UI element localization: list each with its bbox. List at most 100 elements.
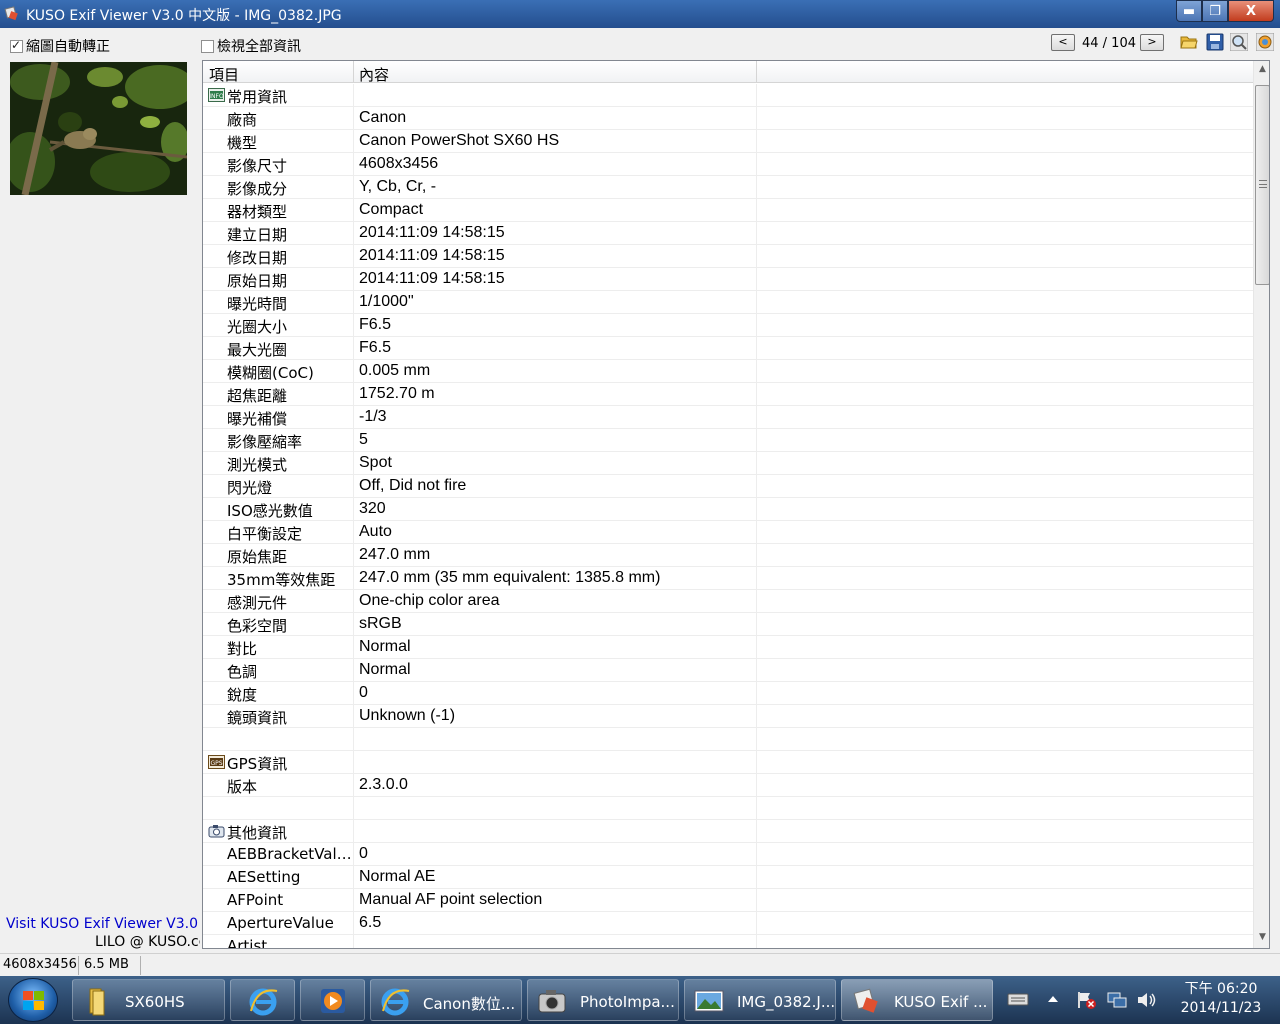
network-icon[interactable] [1106,990,1128,1010]
status-filesize: 6.5 MB [84,957,129,972]
row-value: 2014:11:09 14:58:15 [359,224,505,241]
table-row[interactable]: 版本 2.3.0.0 [203,774,1253,797]
table-row[interactable]: 廠商 Canon [203,107,1253,130]
table-row[interactable]: 鏡頭資訊 Unknown (-1) [203,705,1253,728]
taskbar-button[interactable]: IMG_0382.J... [684,979,836,1021]
taskbar-button-label: IMG_0382.J... [737,993,836,1011]
camera-icon [538,990,566,1013]
table-row[interactable]: 對比 Normal [203,636,1253,659]
checkbox-checked-icon[interactable] [10,38,23,53]
zoom-icon[interactable] [1230,33,1248,51]
row-item: 廠商 [227,111,258,129]
vertical-scrollbar[interactable]: ▲ ▼ [1253,61,1269,948]
show-all-checkbox[interactable]: 檢視全部資訊 [201,36,301,56]
keyboard-icon[interactable] [1007,990,1029,1008]
row-value: Normal [359,661,411,678]
row-item: 銳度 [227,686,258,704]
table-row[interactable]: AESetting Normal AE [203,866,1253,889]
clock-date: 2014/11/23 [1180,1000,1262,1016]
table-row[interactable]: 測光模式 Spot [203,452,1253,475]
row-item: GPS資訊 [227,755,288,773]
table-row[interactable]: 感測元件 One-chip color area [203,590,1253,613]
title-bar: KUSO Exif Viewer V3.0 中文版 - IMG_0382.JPG… [0,0,1280,28]
exif-list-view[interactable]: 項目 內容 INFO 常用資訊 廠商 Canon 機型 Canon PowerShot S… [202,60,1270,949]
row-item: 鏡頭資訊 [227,709,288,727]
table-row[interactable]: 光圈大小 F6.5 [203,314,1253,337]
table-row[interactable]: 色調 Normal [203,659,1253,682]
row-item: AEBBracketValue [227,845,353,863]
table-row[interactable]: 曝光補償 -1/3 [203,406,1253,429]
table-row[interactable]: 影像壓縮率 5 [203,429,1253,452]
table-row[interactable]: 閃光燈 Off, Did not fire [203,475,1253,498]
taskbar-button[interactable]: KUSO Exif ... [841,979,993,1021]
table-row[interactable]: 器材類型 Compact [203,199,1253,222]
table-row[interactable]: ISO感光數值 320 [203,498,1253,521]
taskbar-button[interactable] [300,979,365,1021]
category-row[interactable]: GPS GPS資訊 [203,751,1253,774]
category-row[interactable]: INFO 常用資訊 [203,84,1253,107]
close-button[interactable]: X [1228,0,1274,22]
taskbar-button[interactable]: PhotoImpa... [527,979,679,1021]
category-row[interactable]: 其他資訊 [203,820,1253,843]
row-value: -1/3 [359,408,387,425]
taskbar-button-label: KUSO Exif ... [894,993,988,1011]
table-row[interactable]: 模糊圈(CoC) 0.005 mm [203,360,1253,383]
row-item: 超焦距離 [227,387,288,405]
maximize-button[interactable]: ❐ [1202,0,1228,22]
table-row[interactable]: Artist [203,935,1253,949]
svg-text:GPS: GPS [210,760,222,767]
table-row[interactable]: 色彩空間 sRGB [203,613,1253,636]
visit-link[interactable]: Visit KUSO Exif Viewer V3.0 [6,916,202,932]
table-row[interactable]: AEBBracketValue 0 [203,843,1253,866]
row-item: ApertureValue [227,914,334,932]
table-row[interactable]: 銳度 0 [203,682,1253,705]
show-hidden-icons-icon[interactable] [1046,992,1060,1006]
table-row[interactable]: 修改日期 2014:11:09 14:58:15 [203,245,1253,268]
scroll-down-icon[interactable]: ▼ [1254,929,1269,946]
row-value: Manual AF point selection [359,891,543,908]
table-row[interactable]: 建立日期 2014:11:09 14:58:15 [203,222,1253,245]
start-button[interactable] [8,978,58,1022]
row-value: Spot [359,454,392,471]
scroll-up-icon[interactable]: ▲ [1254,61,1269,78]
system-clock[interactable]: 下午 06:20 2014/11/23 [1172,980,1270,1018]
column-header-item[interactable]: 項目 [209,64,239,85]
camera-icon [208,825,225,838]
volume-icon[interactable] [1136,990,1158,1010]
table-row[interactable]: AFPoint Manual AF point selection [203,889,1253,912]
prev-button[interactable]: < [1051,34,1075,51]
open-folder-icon[interactable] [1180,33,1198,51]
about-icon[interactable] [1256,33,1274,51]
table-row[interactable]: 最大光圈 F6.5 [203,337,1253,360]
save-icon[interactable] [1206,33,1224,51]
table-row[interactable]: 原始焦距 247.0 mm [203,544,1253,567]
credit-text: LILO @ KUSO.cc [95,934,200,950]
column-header-content[interactable]: 內容 [359,64,389,85]
app-icon [4,6,18,21]
table-row[interactable]: ApertureValue 6.5 [203,912,1253,935]
row-value: One-chip color area [359,592,500,609]
table-row[interactable]: 白平衡設定 Auto [203,521,1253,544]
table-row[interactable]: 機型 Canon PowerShot SX60 HS [203,130,1253,153]
row-value: Y, Cb, Cr, - [359,178,437,195]
row-item: AFPoint [227,891,284,909]
checkbox-unchecked-icon[interactable] [201,40,214,53]
grip-icon [1259,180,1267,188]
table-row[interactable]: 35mm等效焦距 247.0 mm (35 mm equivalent: 1385… [203,567,1253,590]
scroll-thumb[interactable] [1255,85,1269,285]
minimize-button[interactable]: ▬ [1176,0,1202,22]
table-row[interactable]: 超焦距離 1752.70 m [203,383,1253,406]
table-row[interactable]: 影像尺寸 4608x3456 [203,153,1253,176]
image-icon [694,990,724,1012]
table-row[interactable]: 影像成分 Y, Cb, Cr, - [203,176,1253,199]
table-row[interactable]: 曝光時間 1/1000" [203,291,1253,314]
row-item: Artist [227,937,268,949]
thumbnail-image[interactable] [10,62,187,195]
action-center-icon[interactable] [1076,990,1098,1010]
taskbar-button[interactable]: SX60HS [72,979,225,1021]
table-row[interactable]: 原始日期 2014:11:09 14:58:15 [203,268,1253,291]
next-button[interactable]: > [1140,34,1164,51]
taskbar-button[interactable]: Canon數位... [370,979,522,1021]
auto-rotate-checkbox[interactable]: 縮圖自動轉正 [10,36,110,56]
taskbar-button[interactable] [230,979,295,1021]
